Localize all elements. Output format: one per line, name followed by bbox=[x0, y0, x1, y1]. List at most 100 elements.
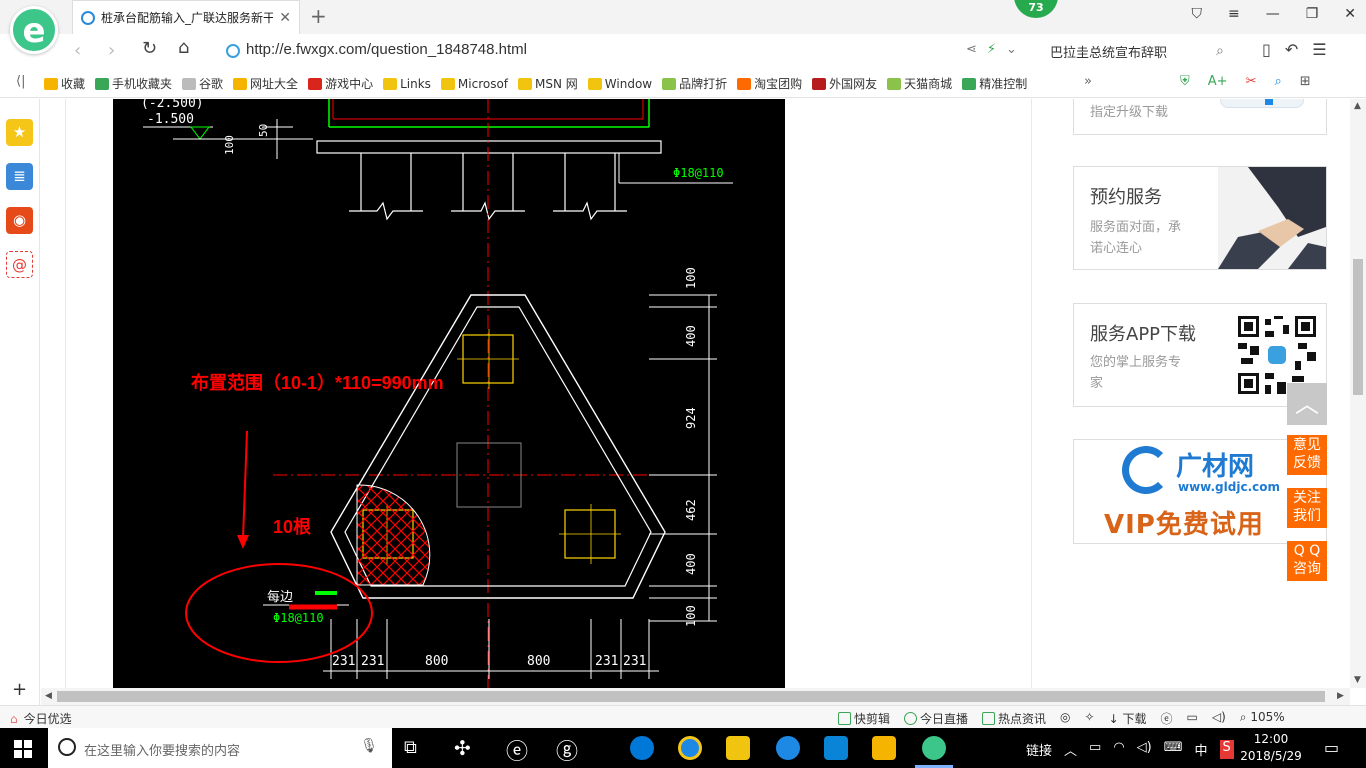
download-button[interactable]: ↓ 下载 bbox=[1109, 710, 1147, 727]
shield-icon[interactable]: ⛨ bbox=[1180, 74, 1190, 89]
more-menu-icon[interactable]: ☰ bbox=[1312, 40, 1326, 59]
search-input[interactable]: 巴拉圭总统宣布辞职 bbox=[1050, 42, 1167, 61]
hot-news-button[interactable]: 热点资讯 bbox=[982, 710, 1046, 727]
upgrade-card[interactable]: 指定升级下载 bbox=[1073, 99, 1327, 135]
quick-edit-button[interactable]: 快剪辑 bbox=[838, 710, 890, 727]
minimize-button[interactable]: — bbox=[1266, 6, 1280, 22]
bookmarks-collapse-icon[interactable]: ⟨| bbox=[16, 74, 25, 89]
ie-icon[interactable]: ⓔ bbox=[506, 734, 528, 766]
bookmark-item[interactable]: Microsof bbox=[440, 75, 508, 92]
bookmark-item[interactable]: Window bbox=[587, 75, 652, 92]
scroll-down-arrow-icon[interactable]: ▼ bbox=[1354, 675, 1361, 685]
bookmark-item[interactable]: 网址大全 bbox=[233, 75, 298, 92]
vertical-scrollbar[interactable]: ▲ ▼ bbox=[1350, 99, 1366, 688]
forward-button[interactable]: › bbox=[108, 40, 115, 61]
link-label[interactable]: 链接 bbox=[1026, 740, 1052, 759]
feedback-button[interactable]: 意见 反馈 bbox=[1287, 435, 1327, 475]
task-view-icon[interactable]: ⧉ bbox=[404, 737, 417, 758]
bookmark-item[interactable]: 谷歌 bbox=[182, 75, 223, 92]
live-button[interactable]: 今日直播 bbox=[904, 710, 968, 727]
bookmarks-more-icon[interactable]: » bbox=[1084, 74, 1092, 89]
scissors-icon[interactable]: ✂ bbox=[1246, 74, 1257, 89]
bookmark-item[interactable]: 外国网友 bbox=[812, 75, 877, 92]
bookmark-item[interactable]: 收藏 bbox=[44, 75, 85, 92]
horizontal-scrollbar[interactable]: ◀ ▶ bbox=[41, 688, 1350, 705]
wifi-icon[interactable]: ◠ bbox=[1113, 740, 1124, 759]
remote-app-icon[interactable] bbox=[824, 736, 848, 760]
bookmark-item[interactable]: 精准控制 bbox=[962, 75, 1027, 92]
accelerate-icon[interactable]: ◎ bbox=[1060, 710, 1070, 727]
follow-us-button[interactable]: 关注 我们 bbox=[1287, 488, 1327, 528]
glodon-app-icon[interactable] bbox=[776, 736, 800, 760]
battery-icon[interactable]: ▭ bbox=[1089, 740, 1101, 759]
microphone-icon[interactable]: 🎙 bbox=[360, 738, 378, 754]
home-button[interactable]: ⌂ bbox=[178, 37, 189, 58]
pinwheel-app-icon[interactable]: ✣ bbox=[454, 736, 471, 760]
bookmark-item[interactable]: Links bbox=[383, 75, 431, 92]
tab-active[interactable]: 桩承台配筋输入_广联达服务新干 ✕ bbox=[72, 0, 300, 34]
taskbar-search[interactable]: 在这里输入你要搜索的内容 🎙 bbox=[48, 728, 392, 768]
bookmark-item[interactable]: 品牌打折 bbox=[662, 75, 727, 92]
chevron-up-icon[interactable]: ︿ bbox=[1064, 740, 1077, 759]
chevron-down-icon[interactable]: ⌄ bbox=[1006, 42, 1017, 57]
bookmark-item[interactable]: MSN 网 bbox=[518, 75, 578, 92]
notification-center-icon[interactable]: ▭ bbox=[1324, 738, 1339, 757]
qq-consult-button[interactable]: Q Q 咨询 bbox=[1287, 541, 1327, 581]
volume-icon[interactable]: ◁) bbox=[1137, 740, 1152, 759]
clock[interactable]: 12:00 2018/5/29 bbox=[1236, 731, 1306, 765]
browser-taskbar-icon[interactable] bbox=[922, 736, 946, 760]
new-tab-button[interactable]: + bbox=[310, 4, 327, 28]
tools-icon[interactable]: ✧ bbox=[1085, 710, 1095, 727]
horizontal-scroll-thumb[interactable] bbox=[57, 691, 1325, 702]
internet-explorer-icon[interactable] bbox=[678, 736, 702, 760]
speed-icon[interactable]: ⚡ bbox=[987, 42, 996, 57]
tab-close-icon[interactable]: ✕ bbox=[279, 10, 291, 26]
edge-icon[interactable] bbox=[630, 736, 654, 760]
bookmark-item[interactable]: 淘宝团购 bbox=[737, 75, 802, 92]
windows-start-icon[interactable] bbox=[14, 740, 32, 758]
bookmark-item[interactable]: 游戏中心 bbox=[308, 75, 373, 92]
back-to-top-button[interactable]: ︿ bbox=[1287, 383, 1327, 425]
url-field[interactable]: http://e.fwxgx.com/question_1848748.html bbox=[246, 41, 527, 58]
bookmark-item[interactable]: 天猫商城 bbox=[887, 75, 952, 92]
keyboard-icon[interactable]: ⌨ bbox=[1164, 740, 1183, 759]
ime-indicator[interactable]: 中 bbox=[1195, 740, 1208, 759]
grid-icon[interactable]: ⊞ bbox=[1300, 74, 1311, 89]
undo-icon[interactable]: ↶ bbox=[1285, 40, 1298, 59]
notes-app-icon[interactable] bbox=[872, 736, 896, 760]
phone-icon[interactable]: ▯ bbox=[1262, 40, 1271, 59]
menu-icon[interactable]: ≡ bbox=[1228, 6, 1240, 22]
translate-icon[interactable]: A+ bbox=[1208, 74, 1228, 89]
file-explorer-icon[interactable] bbox=[726, 736, 750, 760]
window-icon[interactable]: ▭ bbox=[1187, 710, 1198, 727]
weibo-icon[interactable]: ◉ bbox=[6, 207, 33, 234]
scroll-right-arrow-icon[interactable]: ▶ bbox=[1337, 691, 1344, 701]
scroll-left-arrow-icon[interactable]: ◀ bbox=[45, 691, 52, 701]
reading-list-icon[interactable]: ≣ bbox=[6, 163, 33, 190]
search-icon[interactable]: ⌕ bbox=[1216, 43, 1224, 59]
today-picks[interactable]: ⌂ 今日优选 bbox=[10, 710, 72, 727]
close-button[interactable]: ✕ bbox=[1344, 6, 1356, 22]
scroll-up-arrow-icon[interactable]: ▲ bbox=[1354, 101, 1361, 111]
zoom-tool-icon[interactable]: ⌕ bbox=[1274, 74, 1281, 89]
ie-mode-icon[interactable]: ⓔ bbox=[1160, 710, 1172, 727]
sidebar-add-icon[interactable]: + bbox=[12, 679, 27, 700]
share-icon[interactable]: ⋖ bbox=[966, 42, 977, 57]
toggle-switch[interactable] bbox=[1220, 99, 1304, 108]
email-icon[interactable]: @ bbox=[6, 251, 33, 278]
swirl-app-icon[interactable]: ⓖ bbox=[556, 734, 578, 766]
mute-icon[interactable]: ◁) bbox=[1212, 710, 1226, 727]
sogou-icon[interactable]: S bbox=[1219, 740, 1234, 759]
refresh-button[interactable]: ↻ bbox=[142, 38, 157, 59]
restore-button[interactable]: ❐ bbox=[1306, 6, 1319, 22]
browser-logo-icon[interactable] bbox=[10, 6, 58, 54]
site-security-icon[interactable] bbox=[226, 44, 240, 58]
zoom-button[interactable]: ⌕ 105% bbox=[1240, 710, 1285, 727]
notification-badge[interactable]: 73 bbox=[1014, 0, 1058, 18]
appointment-card[interactable]: 预约服务 服务面对面，承 诺心连心 bbox=[1073, 166, 1327, 270]
favorites-star-icon[interactable]: ★ bbox=[6, 119, 33, 146]
back-button[interactable]: ‹ bbox=[74, 40, 81, 61]
vertical-scroll-thumb[interactable] bbox=[1353, 259, 1363, 395]
skin-icon[interactable]: ⛉ bbox=[1191, 6, 1202, 22]
bookmark-item[interactable]: 手机收藏夹 bbox=[95, 75, 172, 92]
